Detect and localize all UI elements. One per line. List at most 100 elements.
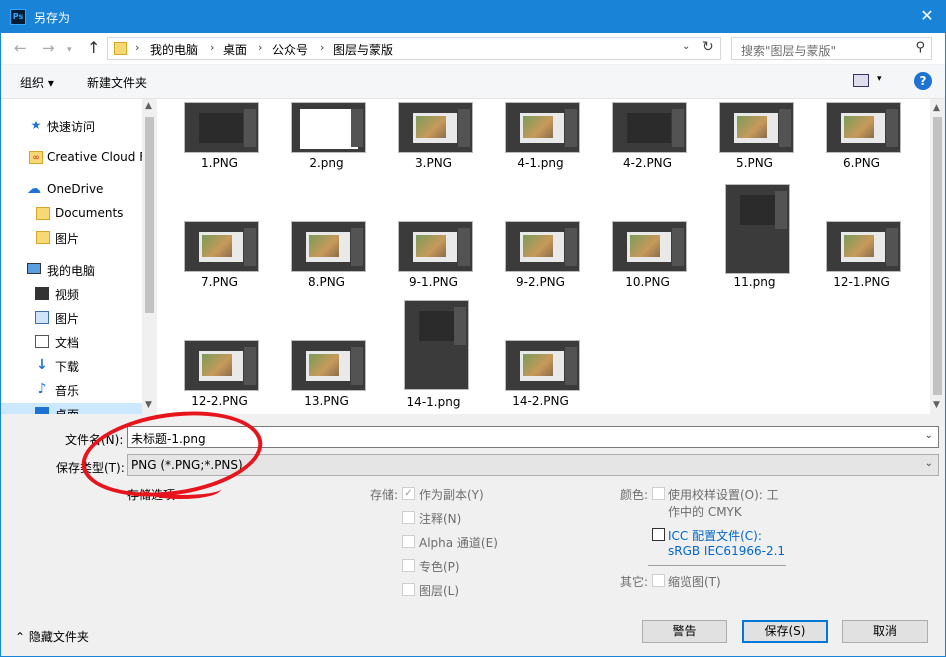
sidebar-item-quick-access[interactable]: ★ 快速访问 bbox=[1, 115, 142, 137]
sidebar-item-label: 我的电脑 bbox=[47, 264, 96, 278]
navigation-bar: ← → ▾ ↑ › 我的电脑 › 桌面 › 公众号 › 图层与蒙版 ⌄ ↻ 搜索… bbox=[1, 33, 945, 64]
proof-setup-checkbox[interactable] bbox=[652, 487, 665, 500]
file-thumbnail bbox=[398, 221, 473, 272]
icc-profile-checkbox[interactable] bbox=[652, 528, 665, 541]
sidebar-item-onedrive-pictures[interactable]: 图片 bbox=[1, 227, 142, 249]
breadcrumb-computer[interactable]: 我的电脑 bbox=[150, 41, 198, 58]
file-item[interactable]: 9-2.PNG bbox=[487, 218, 594, 330]
sidebar-item-creative-cloud[interactable]: ∞ Creative Cloud F bbox=[1, 147, 142, 169]
sidebar-item-pictures[interactable]: 图片 bbox=[1, 307, 142, 329]
layers-label: 图层(L) bbox=[419, 584, 460, 598]
file-item[interactable]: 10.PNG bbox=[594, 218, 701, 330]
sidebar-item-music[interactable]: ♪ 音乐 bbox=[1, 379, 142, 401]
file-type-select[interactable]: PNG (*.PNG;*.PNS) ⌄ bbox=[127, 454, 939, 476]
file-name: 1.PNG bbox=[201, 156, 238, 170]
sidebar-item-label: 音乐 bbox=[55, 384, 80, 398]
filename-label: 文件名(N): bbox=[65, 433, 124, 447]
sidebar-item-label: 快速访问 bbox=[47, 120, 96, 134]
file-thumbnail bbox=[291, 340, 366, 391]
file-item[interactable]: 13.PNG bbox=[273, 337, 380, 414]
save-as-dialog: Ps 另存为 ✕ ← → ▾ ↑ › 我的电脑 › 桌面 › 公众号 › 图层与… bbox=[0, 0, 946, 657]
scroll-down-arrow-icon[interactable]: ▼ bbox=[933, 400, 940, 410]
notes-checkbox[interactable] bbox=[402, 511, 415, 524]
file-item[interactable]: 3.PNG bbox=[380, 99, 487, 211]
scroll-down-arrow-icon[interactable]: ▼ bbox=[145, 400, 152, 410]
spot-color-checkbox[interactable] bbox=[402, 559, 415, 572]
file-thumbnail bbox=[719, 102, 794, 153]
color-label: 颜色: bbox=[620, 488, 649, 502]
breadcrumb-official-account[interactable]: 公众号 bbox=[272, 41, 308, 58]
file-thumbnail bbox=[505, 221, 580, 272]
address-bar[interactable]: › 我的电脑 › 桌面 › 公众号 › 图层与蒙版 ⌄ ↻ bbox=[107, 37, 721, 60]
spot-color-label: 专色(P) bbox=[419, 560, 460, 574]
help-icon[interactable]: ? bbox=[914, 72, 932, 90]
thumbnail-checkbox[interactable] bbox=[652, 574, 665, 587]
filename-input[interactable]: 未标题-1.png ⌄ bbox=[127, 426, 939, 448]
file-item[interactable]: 14-2.PNG bbox=[487, 337, 594, 414]
file-item[interactable]: 2.png bbox=[273, 99, 380, 211]
sidebar-item-videos[interactable]: 视频 bbox=[1, 283, 142, 305]
save-button[interactable]: 保存(S) bbox=[742, 620, 828, 643]
back-arrow-icon[interactable]: ← bbox=[14, 40, 27, 56]
file-list-scrollbar-thumb[interactable] bbox=[933, 117, 942, 395]
sidebar-item-desktop[interactable]: 桌面 bbox=[1, 403, 142, 414]
file-name: 4-1.png bbox=[517, 156, 564, 170]
layers-checkbox[interactable] bbox=[402, 583, 415, 596]
file-item[interactable]: 8.PNG bbox=[273, 218, 380, 330]
chevron-down-icon[interactable]: ⌄ bbox=[682, 41, 690, 52]
cancel-button[interactable]: 取消 bbox=[842, 620, 928, 643]
file-item[interactable]: 6.PNG bbox=[808, 99, 915, 211]
chevron-up-icon: ⌃ bbox=[15, 630, 26, 644]
other-label: 其它: bbox=[620, 575, 649, 589]
chevron-down-icon[interactable]: ⌄ bbox=[925, 430, 933, 441]
thumbnail-label: 缩览图(T) bbox=[668, 575, 721, 589]
desktop-icon bbox=[35, 407, 49, 414]
refresh-icon[interactable]: ↻ bbox=[702, 39, 714, 55]
file-name: 2.png bbox=[309, 156, 344, 170]
forward-arrow-icon[interactable]: → bbox=[42, 40, 55, 56]
warning-button[interactable]: 警告 bbox=[642, 620, 727, 643]
file-name: 8.PNG bbox=[308, 275, 345, 289]
search-box[interactable]: 搜索"图层与蒙版" ⚲ bbox=[731, 37, 932, 60]
filename-value: 未标题-1.png bbox=[131, 432, 206, 446]
file-item[interactable]: 1.PNG bbox=[166, 99, 273, 211]
file-item[interactable]: 12-2.PNG bbox=[166, 337, 273, 414]
sidebar-item-documents-pc[interactable]: 文档 bbox=[1, 331, 142, 353]
organize-button[interactable]: 组织 ▾ bbox=[20, 74, 54, 91]
proof-setup-label-line1: 使用校样设置(O): 工 bbox=[668, 488, 779, 502]
scroll-up-arrow-icon[interactable]: ▲ bbox=[933, 103, 940, 113]
hide-folders-button[interactable]: ⌃ 隐藏文件夹 bbox=[15, 628, 89, 645]
sidebar-item-onedrive[interactable]: ☁ OneDrive bbox=[1, 179, 142, 201]
sidebar-item-downloads[interactable]: ↓ 下载 bbox=[1, 355, 142, 377]
chevron-right-icon: › bbox=[135, 41, 140, 54]
as-copy-checkbox[interactable]: ✓ bbox=[402, 487, 415, 500]
file-item[interactable]: 4-1.png bbox=[487, 99, 594, 211]
close-icon[interactable]: ✕ bbox=[919, 8, 935, 24]
file-name: 11.png bbox=[733, 275, 776, 289]
photoshop-icon: Ps bbox=[10, 9, 26, 25]
breadcrumb-desktop[interactable]: 桌面 bbox=[223, 41, 247, 58]
sidebar-scrollbar-thumb[interactable] bbox=[145, 117, 154, 313]
breadcrumb-layers-masks[interactable]: 图层与蒙版 bbox=[333, 41, 393, 58]
download-icon: ↓ bbox=[36, 357, 48, 373]
chevron-down-icon[interactable]: ⌄ bbox=[925, 458, 933, 469]
search-icon[interactable]: ⚲ bbox=[915, 40, 925, 55]
new-folder-button[interactable]: 新建文件夹 bbox=[87, 74, 147, 91]
file-thumbnail bbox=[505, 102, 580, 153]
file-item[interactable]: 12-1.PNG bbox=[808, 218, 915, 330]
recent-locations-chevron-icon[interactable]: ▾ bbox=[67, 42, 72, 58]
file-thumbnail bbox=[404, 300, 469, 390]
scroll-up-arrow-icon[interactable]: ▲ bbox=[145, 101, 152, 111]
view-mode-icon[interactable] bbox=[853, 74, 869, 87]
file-item[interactable]: 7.PNG bbox=[166, 218, 273, 330]
file-item[interactable]: 4-2.PNG bbox=[594, 99, 701, 211]
file-item[interactable]: 14-1.png bbox=[380, 299, 487, 414]
sidebar-item-this-pc[interactable]: 我的电脑 bbox=[1, 259, 142, 281]
sidebar-item-label: OneDrive bbox=[47, 182, 104, 196]
view-dropdown-chevron-icon[interactable]: ▾ bbox=[877, 74, 882, 84]
sidebar-item-documents[interactable]: Documents bbox=[1, 203, 142, 225]
up-arrow-icon[interactable]: ↑ bbox=[87, 40, 100, 56]
alpha-channel-checkbox[interactable] bbox=[402, 535, 415, 548]
sidebar-item-label: Documents bbox=[55, 206, 124, 220]
file-item[interactable]: 11.png bbox=[701, 181, 808, 331]
